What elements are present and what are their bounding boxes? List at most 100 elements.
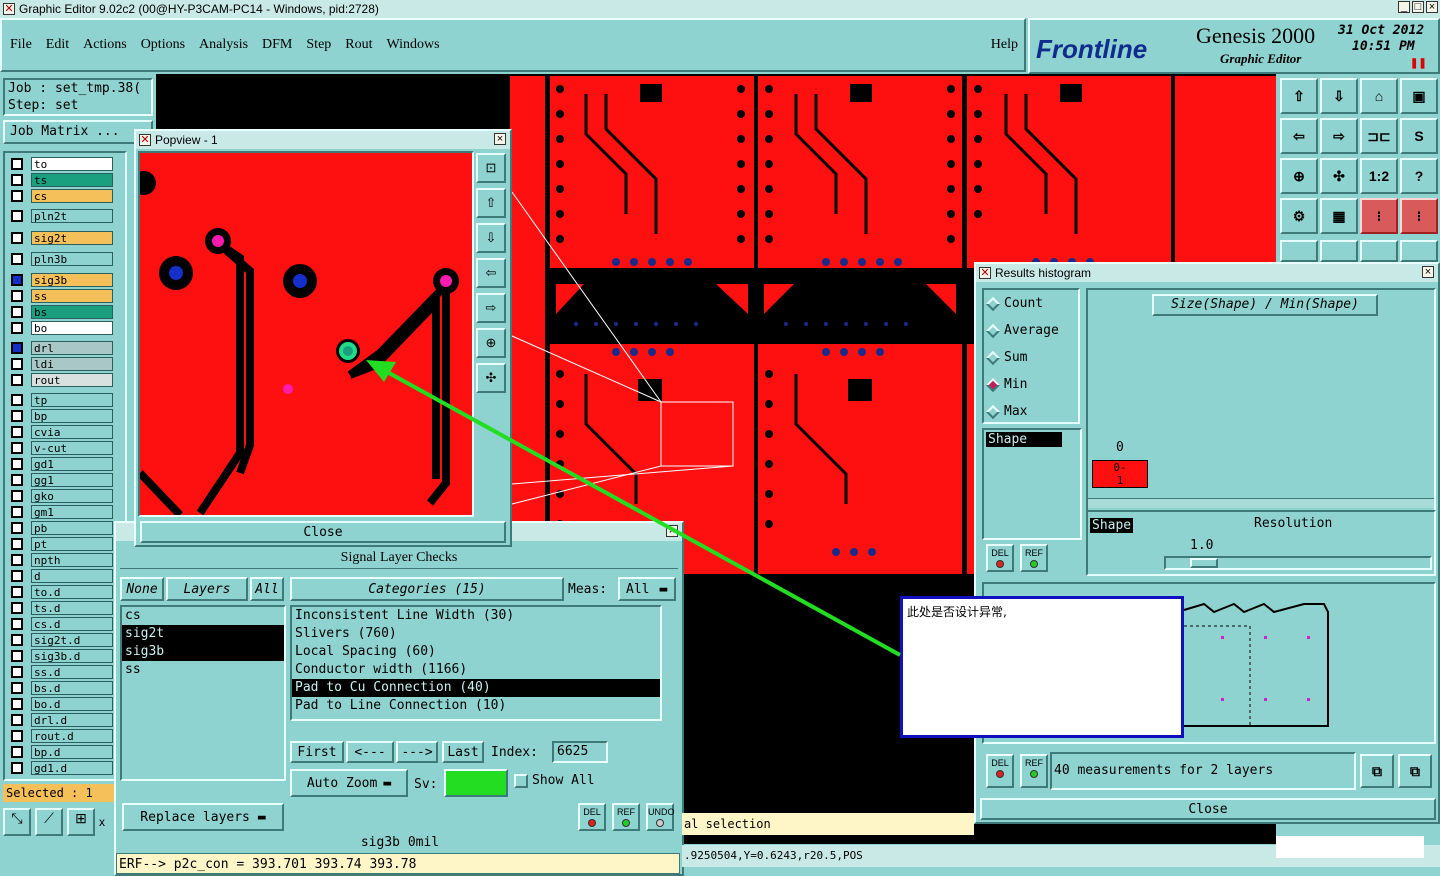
layer-name[interactable]: tp [31,392,113,407]
pv-zoom-icon[interactable]: ⊡ [476,153,506,183]
popview-close-icon[interactable]: × [494,133,506,145]
layer-checkbox[interactable] [11,457,23,470]
layer-checkbox[interactable] [11,341,23,354]
layer-checkbox[interactable] [11,553,23,566]
tool-a-icon[interactable] [1280,240,1318,262]
layer-checkbox[interactable] [11,473,23,486]
layer-checkbox[interactable] [11,665,23,678]
ratio-icon[interactable]: 1:2 [1360,158,1398,194]
auto-zoom-select[interactable]: Auto Zoom ▬ [290,769,408,797]
layer-name[interactable]: bs.d [31,680,113,695]
layer-row-drl-d[interactable]: drl.d [7,712,125,727]
layer-row-cs[interactable]: cs [7,188,125,203]
replace-layers-select[interactable]: Replace layers ▬ [122,803,284,831]
ref-button[interactable]: REF [612,803,640,831]
layer-checkbox[interactable] [11,373,23,386]
list-item[interactable]: Pad to Cu Connection (40) [292,679,660,697]
sum-radio[interactable]: Sum [984,344,1078,371]
list-item[interactable]: Pad to Line Connection (10) [292,697,660,715]
layer-row-ss-d[interactable]: ss.d [7,664,125,679]
layer-checkbox[interactable] [11,209,23,222]
layer-checkbox[interactable] [11,649,23,662]
job-matrix-button[interactable]: Job Matrix ... [3,120,153,144]
layer-row-pt[interactable]: pt [7,536,125,551]
layer-checkbox[interactable] [11,713,23,726]
layer-checkbox[interactable] [11,157,23,170]
layer-name[interactable]: ts.d [31,600,113,615]
layer-name[interactable]: bo.d [31,696,113,711]
export-icon[interactable]: ⧉ [1360,754,1394,788]
menu-edit[interactable]: Edit [46,37,69,53]
layer-checkbox[interactable] [11,681,23,694]
zoom-down-icon[interactable]: ⇩ [1320,78,1358,114]
layer-row-gm1[interactable]: gm1 [7,504,125,519]
pan-right-icon[interactable]: ⇨ [1320,118,1358,154]
shape-list[interactable]: Shape [982,428,1082,540]
layer-checkbox[interactable] [11,633,23,646]
layer-name[interactable]: bo [31,320,113,335]
layer-checkbox[interactable] [11,189,23,202]
zoom-home-icon[interactable]: ⇧ [1280,78,1318,114]
pv-left-icon[interactable]: ⇦ [476,258,506,288]
first-button[interactable]: First [290,741,344,763]
sv-color-select[interactable] [444,769,508,797]
next-button[interactable]: ---> [396,741,438,763]
settings-icon[interactable]: ⚙ [1280,198,1318,234]
list-item[interactable]: Slivers (760) [292,625,660,643]
close-x-icon[interactable]: x [99,808,105,836]
layer-row-rout[interactable]: rout [7,372,125,387]
layer-name[interactable]: pt [31,536,113,551]
layer-name[interactable]: cs [31,188,113,203]
histogram-close-button[interactable]: Close [980,798,1436,820]
view-ref-button[interactable]: REF [1020,754,1048,788]
layer-row-gko[interactable]: gko [7,488,125,503]
layer-name[interactable]: gd1 [31,456,113,471]
layer-checkbox[interactable] [11,569,23,582]
layer-name[interactable]: npth [31,552,113,567]
slider-thumb[interactable] [1190,558,1218,568]
layer-row-bp[interactable]: bp [7,408,125,423]
layer-checkbox[interactable] [11,321,23,334]
zoom-fit-icon[interactable]: ⊕ [1280,158,1318,194]
tool-b-icon[interactable] [1320,240,1358,262]
layer-name[interactable]: drl.d [31,712,113,727]
layer-checkbox[interactable] [11,231,23,244]
layer-name[interactable]: cvia [31,424,113,439]
layer-checkbox[interactable] [11,521,23,534]
pv-down-icon[interactable]: ⇩ [476,223,506,253]
layer-row-bs[interactable]: bs [7,304,125,319]
menu-step[interactable]: Step [306,37,331,53]
layer-checkbox[interactable] [11,617,23,630]
layer-checkbox[interactable] [11,585,23,598]
layer-name[interactable]: ldi [31,356,113,371]
prev-button[interactable]: <--- [346,741,394,763]
layer-name[interactable]: ss.d [31,664,113,679]
list-item[interactable]: sig2t [122,625,284,643]
layer-row-pln3b[interactable]: pln3b [7,251,125,266]
layer-checkbox[interactable] [11,393,23,406]
layer-checkbox[interactable] [11,273,23,286]
close-icon[interactable]: × [1426,1,1438,13]
layer-checkbox[interactable] [11,601,23,614]
layer-checkbox[interactable] [11,745,23,758]
grid-icon[interactable]: ⊞ [67,808,95,836]
layer-row-ldi[interactable]: ldi [7,356,125,371]
popview-close-button[interactable]: Close [140,521,506,543]
last-button[interactable]: Last [442,741,484,763]
average-radio[interactable]: Average [984,317,1078,344]
show-all-checkbox[interactable] [514,774,528,788]
layer-name[interactable]: sig2t [31,230,113,245]
layer-name[interactable]: rout.d [31,728,113,743]
layer-checkbox[interactable] [11,729,23,742]
layer-checkbox[interactable] [11,697,23,710]
menu-help[interactable]: Help [991,37,1018,53]
measure-icon[interactable]: ⟋ [35,808,63,836]
layer-row-bp-d[interactable]: bp.d [7,744,125,759]
layer-name[interactable]: ts [31,172,113,187]
zoom-center-icon[interactable]: ✣ [1320,158,1358,194]
layer-checkbox[interactable] [11,505,23,518]
layer-row-gg1[interactable]: gg1 [7,472,125,487]
layer-name[interactable]: gko [31,488,113,503]
layer-name[interactable]: bp [31,408,113,423]
layer-row-pb[interactable]: pb [7,520,125,535]
